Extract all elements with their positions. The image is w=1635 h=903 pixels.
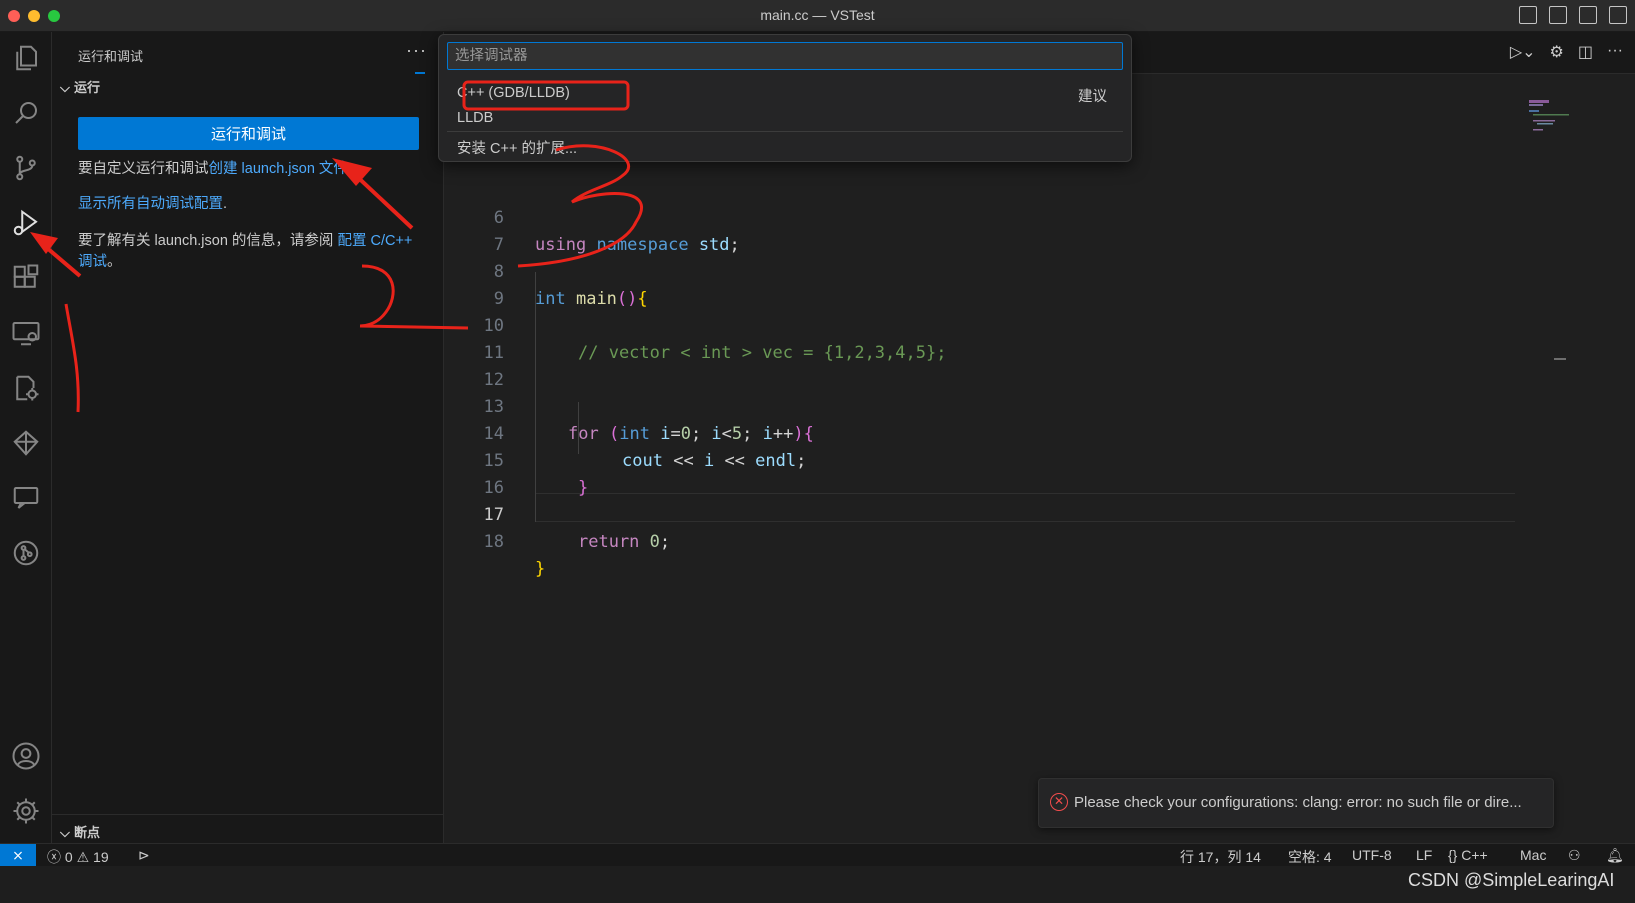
code-line-11[interactable]: 11 [444, 313, 1594, 363]
breakpoints-section-label: 断点 [74, 825, 101, 840]
code-line-15[interactable]: 15 } [444, 421, 1594, 498]
window-title: main.cc — VSTest [760, 7, 875, 23]
learn-suffix: 。 [107, 254, 122, 270]
git-graph-icon[interactable] [8, 535, 44, 571]
remote-indicator-icon[interactable]: ⨯ [0, 844, 36, 867]
code-line-17[interactable]: 17 return 0; [444, 475, 1594, 552]
run-section-label: 运行 [74, 80, 101, 95]
code-line-12[interactable]: 12 [444, 340, 1594, 390]
extensions-icon[interactable] [8, 260, 44, 296]
select-debugger-quickpick: 选择调试器 C++ (GDB/LLDB) 建议 LLDB 安装 C++ 的扩展.… [438, 34, 1132, 162]
search-icon[interactable] [8, 95, 44, 131]
quickpick-separator [447, 131, 1123, 132]
breakpoints-section-header[interactable]: ⌵ 断点 [60, 822, 100, 841]
accounts-status-icon[interactable]: ⚇ [1568, 847, 1581, 864]
recommended-label: 建议 [1078, 89, 1107, 105]
toggle-panel-icon[interactable] [1549, 6, 1567, 24]
run-and-debug-icon[interactable] [8, 205, 44, 241]
activity-bar [0, 32, 52, 880]
code-line-14[interactable]: 14 cout << i << endl; [444, 394, 1594, 471]
code-line-16[interactable]: 16 [444, 448, 1594, 498]
section-divider [52, 814, 443, 815]
toggle-secondary-sidebar-icon[interactable] [1579, 6, 1597, 24]
notifications-bell-icon[interactable]: 🔔︎ [1606, 847, 1624, 864]
braces-icon: {} [1448, 847, 1458, 863]
gear-icon[interactable]: ⚙ [1550, 42, 1564, 62]
layout-controls [1519, 6, 1627, 24]
run-and-debug-button[interactable]: 运行和调试 [78, 117, 419, 150]
customize-suffix: 。 [347, 161, 363, 177]
accounts-icon[interactable] [8, 738, 44, 774]
sidebar-more-button[interactable]: ··· [406, 40, 427, 61]
show-all-suffix: . [223, 196, 228, 212]
minimap[interactable] [1527, 98, 1587, 158]
code-line-6[interactable]: 6 using namespace std; [444, 178, 1594, 255]
chevron-down-icon: ⌵ [60, 825, 70, 840]
run-debug-sidebar: 运行和调试 ··· ⌵ 运行 运行和调试 要自定义运行和调试创建 launch.j… [52, 32, 444, 880]
warning-count: 19 [93, 849, 109, 865]
debug-launch-icon[interactable]: ⊳ [138, 847, 150, 864]
customize-text: 要自定义运行和调试创建 launch.json 文件。 [78, 159, 418, 180]
bottom-area [0, 866, 1635, 903]
indentation-indicator[interactable]: 空格: 4 [1288, 847, 1332, 867]
language-mode[interactable]: {} C++ [1448, 847, 1488, 863]
source-control-icon[interactable] [8, 150, 44, 186]
line-number: 18 [483, 532, 504, 552]
customize-layout-icon[interactable] [1609, 6, 1627, 24]
install-extension-option[interactable]: 安装 C++ 的扩展... [457, 137, 577, 158]
debugger-search-input[interactable]: 选择调试器 [447, 42, 1123, 70]
title-bar: main.cc — VSTest [0, 0, 1635, 32]
code-line-10[interactable]: 10 // vector < int > vec = {1,2,3,4,5}; [444, 286, 1594, 363]
code-text: return 0; [578, 532, 671, 552]
warning-icon: ⚠ [76, 849, 90, 865]
code-text: } [535, 559, 546, 579]
chevron-down-icon: ⌵ [60, 80, 70, 95]
code-line-9[interactable]: 9 [444, 259, 1594, 309]
settings-gear-icon[interactable] [8, 793, 44, 829]
run-section-header[interactable]: ⌵ 运行 [60, 77, 100, 96]
learn-text: 要了解有关 launch.json 的信息，请参阅 配置 C/C++ 调试。 [78, 231, 418, 273]
problems-indicator[interactable]: ⓧ 0 ⚠ 19 [47, 847, 109, 867]
code-line-8[interactable]: 8 int main(){ [444, 232, 1594, 309]
status-bar: ⨯ ⓧ 0 ⚠ 19 ⊳ 行 17，列 14 空格: 4 UTF-8 LF {}… [0, 843, 1635, 867]
code-line-7[interactable]: 7 [444, 205, 1594, 255]
explorer-icon[interactable] [8, 40, 44, 76]
eol-indicator[interactable]: LF [1416, 847, 1432, 863]
debugger-option-cpp-gdb-lldb[interactable]: C++ (GDB/LLDB) [457, 85, 570, 101]
sidebar-title: 运行和调试 [78, 49, 144, 64]
chat-icon[interactable] [8, 480, 44, 516]
editor-actions: ▷⌄ ⚙ ◫ ··· [1510, 42, 1623, 62]
show-all-configs-link[interactable]: 显示所有自动调试配置 [78, 196, 223, 212]
learn-prefix: 要了解有关 launch.json 的信息，请参阅 [78, 233, 338, 249]
error-count: 0 [64, 849, 73, 865]
cursor-position[interactable]: 行 17，列 14 [1180, 847, 1261, 867]
split-editor-icon[interactable]: ◫ [1578, 42, 1593, 62]
code-line-18[interactable]: 18 } [444, 502, 1594, 579]
encoding-indicator[interactable]: UTF-8 [1352, 847, 1392, 863]
more-actions-icon[interactable]: ··· [1607, 42, 1623, 62]
error-icon: ✕ [1050, 793, 1068, 811]
watermark: CSDN @SimpleLearingAI [1408, 870, 1615, 890]
customize-prefix: 要自定义运行和调试 [78, 161, 209, 177]
codeium-icon[interactable] [8, 425, 44, 461]
scrollbar-marker [1554, 358, 1566, 360]
sidebar-focus-indicator [415, 72, 425, 74]
show-all-text: 显示所有自动调试配置. [78, 194, 418, 215]
platform-indicator[interactable]: Mac [1520, 847, 1546, 863]
code-line-13[interactable]: 13 for (int i=0; i<5; i++){ [444, 367, 1594, 444]
create-launch-json-link[interactable]: 创建 launch.json 文件 [209, 161, 348, 177]
toggle-primary-sidebar-icon[interactable] [1519, 6, 1537, 24]
debugger-option-lldb[interactable]: LLDB [457, 110, 493, 126]
remote-explorer-icon[interactable] [8, 315, 44, 351]
error-notification[interactable]: ✕ Please check your configurations: clan… [1038, 778, 1554, 828]
notification-message: Please check your configurations: clang:… [1074, 794, 1522, 811]
error-circle-icon: ⓧ [47, 849, 61, 865]
language-label: C++ [1461, 847, 1488, 863]
run-debug-dropdown-icon[interactable]: ▷⌄ [1510, 42, 1536, 62]
cmake-tools-icon[interactable] [8, 370, 44, 406]
